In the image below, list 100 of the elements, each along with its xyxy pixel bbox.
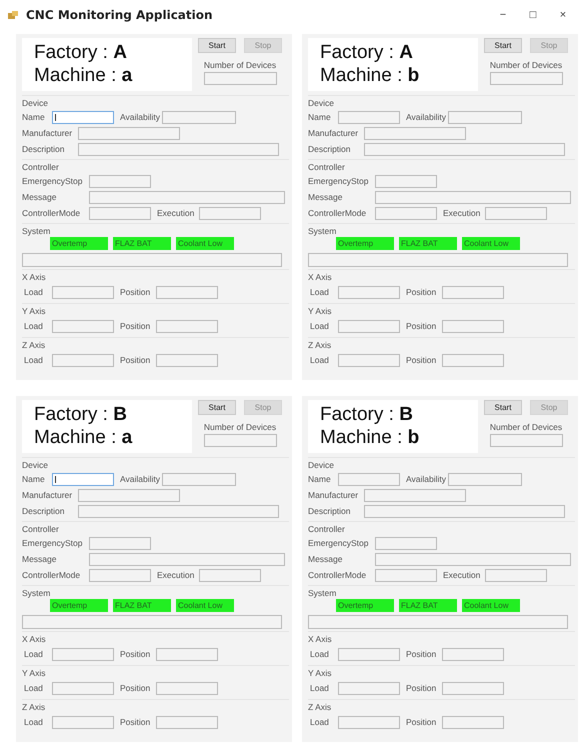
text-field[interactable] bbox=[156, 354, 218, 366]
factory-label: Factory : B bbox=[34, 403, 128, 426]
text-field[interactable] bbox=[338, 648, 400, 660]
field-label: ControllerMode bbox=[308, 208, 368, 218]
text-field[interactable] bbox=[52, 472, 114, 486]
text-field[interactable] bbox=[485, 206, 547, 220]
text-field[interactable] bbox=[204, 434, 276, 447]
text-field[interactable] bbox=[485, 568, 547, 582]
text-field[interactable] bbox=[199, 206, 261, 220]
text-field[interactable] bbox=[162, 472, 236, 486]
text-field[interactable] bbox=[156, 716, 218, 728]
field-label: Manufacturer bbox=[308, 128, 360, 138]
field-label: Load bbox=[309, 683, 330, 693]
text-field[interactable] bbox=[156, 286, 218, 298]
text-field[interactable] bbox=[364, 488, 466, 502]
field-label: Load bbox=[23, 321, 44, 331]
text-field[interactable] bbox=[375, 174, 437, 188]
text-field[interactable] bbox=[338, 472, 400, 486]
field-label: Position bbox=[406, 287, 438, 297]
field-label: Description bbox=[308, 506, 352, 516]
text-field[interactable] bbox=[442, 682, 504, 694]
text-field[interactable] bbox=[89, 568, 151, 582]
text-field[interactable] bbox=[156, 648, 218, 660]
text-field[interactable] bbox=[375, 552, 571, 566]
text-field[interactable] bbox=[448, 110, 522, 124]
text-field[interactable] bbox=[52, 320, 114, 332]
group-title: X Axis bbox=[22, 633, 47, 645]
text-field[interactable] bbox=[338, 354, 400, 366]
text-field[interactable] bbox=[338, 716, 400, 728]
text-field[interactable] bbox=[199, 568, 261, 582]
text-field[interactable] bbox=[490, 434, 562, 447]
field-label: Name bbox=[308, 112, 332, 122]
text-field[interactable] bbox=[22, 253, 282, 267]
text-field[interactable] bbox=[89, 190, 285, 204]
field-label: Description bbox=[308, 144, 352, 154]
factory-label: Factory : A bbox=[34, 41, 128, 64]
text-field[interactable] bbox=[52, 716, 114, 728]
text-field[interactable] bbox=[364, 142, 565, 156]
text-field[interactable] bbox=[364, 504, 565, 518]
text-field[interactable] bbox=[364, 126, 466, 140]
text-field[interactable] bbox=[89, 536, 151, 550]
app-icon bbox=[8, 10, 18, 20]
machine-label: Machine : b bbox=[320, 426, 420, 449]
text-field[interactable] bbox=[52, 682, 114, 694]
field-label: Description bbox=[22, 144, 66, 154]
text-field[interactable] bbox=[52, 110, 114, 124]
close-button[interactable]: × bbox=[548, 9, 578, 21]
text-field[interactable] bbox=[204, 72, 276, 85]
field-label: Position bbox=[120, 321, 152, 331]
text-field[interactable] bbox=[78, 142, 279, 156]
group-title: Y Axis bbox=[22, 667, 46, 679]
text-field[interactable] bbox=[52, 354, 114, 366]
text-field[interactable] bbox=[375, 206, 437, 220]
group-title: System bbox=[308, 587, 338, 599]
field-label: Load bbox=[309, 321, 330, 331]
field-label: Position bbox=[406, 683, 438, 693]
text-field[interactable] bbox=[375, 536, 437, 550]
text-field[interactable] bbox=[442, 648, 504, 660]
text-field[interactable] bbox=[375, 190, 571, 204]
text-field[interactable] bbox=[78, 126, 180, 140]
field-label: Position bbox=[120, 683, 152, 693]
text-field[interactable] bbox=[52, 286, 114, 298]
text-field[interactable] bbox=[162, 110, 236, 124]
text-field[interactable] bbox=[338, 286, 400, 298]
text-field[interactable] bbox=[338, 320, 400, 332]
machine-label: Machine : b bbox=[320, 64, 420, 87]
maximize-button[interactable]: □ bbox=[518, 9, 548, 21]
group-title: Controller bbox=[22, 161, 60, 173]
group-title: System bbox=[308, 225, 338, 237]
field-label: EmergencyStop bbox=[22, 176, 84, 186]
text-field[interactable] bbox=[156, 320, 218, 332]
text-field[interactable] bbox=[442, 320, 504, 332]
start-button[interactable]: Start bbox=[484, 38, 522, 53]
text-field[interactable] bbox=[89, 206, 151, 220]
text-field[interactable] bbox=[490, 72, 562, 85]
text-field[interactable] bbox=[442, 286, 504, 298]
text-field[interactable] bbox=[52, 648, 114, 660]
start-button[interactable]: Start bbox=[198, 38, 236, 53]
text-field[interactable] bbox=[338, 682, 400, 694]
text-field[interactable] bbox=[78, 504, 279, 518]
text-field[interactable] bbox=[78, 488, 180, 502]
start-button[interactable]: Start bbox=[484, 400, 522, 415]
text-field[interactable] bbox=[156, 682, 218, 694]
text-field[interactable] bbox=[338, 110, 400, 124]
text-field[interactable] bbox=[448, 472, 522, 486]
field-label: Manufacturer bbox=[22, 128, 74, 138]
text-field[interactable] bbox=[442, 716, 504, 728]
text-field[interactable] bbox=[375, 568, 437, 582]
group-title: Z Axis bbox=[22, 701, 46, 713]
text-field[interactable] bbox=[89, 552, 285, 566]
field-label: Execution bbox=[157, 570, 196, 580]
field-label: Name bbox=[22, 474, 46, 484]
text-field[interactable] bbox=[308, 615, 568, 629]
field-label: Position bbox=[120, 355, 152, 365]
text-field[interactable] bbox=[442, 354, 504, 366]
minimize-button[interactable]: − bbox=[488, 9, 518, 21]
start-button[interactable]: Start bbox=[198, 400, 236, 415]
text-field[interactable] bbox=[89, 174, 151, 188]
text-field[interactable] bbox=[308, 253, 568, 267]
text-field[interactable] bbox=[22, 615, 282, 629]
